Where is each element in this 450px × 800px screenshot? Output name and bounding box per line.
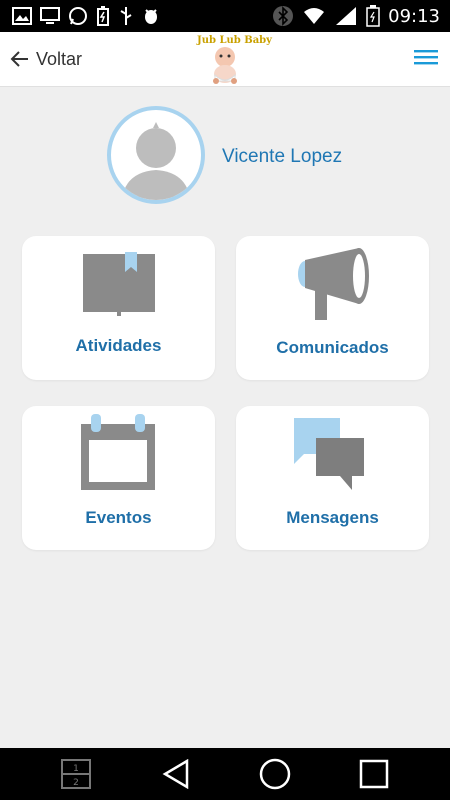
wifi-icon <box>304 8 325 24</box>
hamburger-icon <box>414 49 438 64</box>
card-label: Atividades <box>75 336 162 355</box>
clock: 09:13 <box>388 5 440 27</box>
battery-charging-icon <box>97 6 109 26</box>
card-label: Comunicados <box>276 338 389 357</box>
card-label: Eventos <box>85 508 152 527</box>
system-navigation-bar: 1 2 <box>0 748 450 800</box>
recents-nav-icon[interactable] <box>359 759 389 789</box>
megaphone-icon <box>298 248 369 320</box>
card-eventos[interactable]: Eventos <box>22 406 215 550</box>
home-nav-icon[interactable] <box>259 758 291 790</box>
card-comunicados[interactable]: Comunicados <box>236 236 429 380</box>
calendar-icon <box>81 414 155 490</box>
menu-button[interactable] <box>414 47 450 72</box>
system-status: 09:13 <box>272 5 450 27</box>
card-label: Mensagens <box>286 508 379 527</box>
user-placeholder-icon <box>121 122 191 200</box>
image-icon <box>12 7 32 25</box>
signal-icon <box>336 7 357 25</box>
back-label: Voltar <box>36 48 83 69</box>
android-debug-icon <box>145 9 157 24</box>
chat-icon <box>294 418 364 490</box>
profile-name: Vicente Lopez <box>222 146 343 167</box>
svg-text:2: 2 <box>73 778 79 788</box>
bluetooth-icon <box>273 6 294 26</box>
battery-icon <box>366 5 380 27</box>
app-header: Voltar Jub Lub Baby <box>0 32 450 87</box>
back-button[interactable]: Voltar <box>0 49 82 70</box>
svg-text:1: 1 <box>73 764 79 774</box>
card-atividades[interactable]: Atividades <box>22 236 215 380</box>
baby-icon <box>213 47 237 84</box>
notification-icons <box>0 6 160 26</box>
dual-window-icon[interactable]: 1 2 <box>61 759 91 789</box>
card-mensagens[interactable]: Mensagens <box>236 406 429 550</box>
whatsapp-icon <box>69 7 87 25</box>
book-icon <box>83 252 155 316</box>
status-bar: 09:13 <box>0 0 450 32</box>
arrow-left-icon <box>10 51 28 67</box>
app-logo: Jub Lub Baby <box>195 35 272 84</box>
monitor-icon <box>40 7 60 24</box>
back-nav-icon[interactable] <box>161 759 191 789</box>
avatar <box>107 106 205 204</box>
usb-icon <box>120 7 132 25</box>
